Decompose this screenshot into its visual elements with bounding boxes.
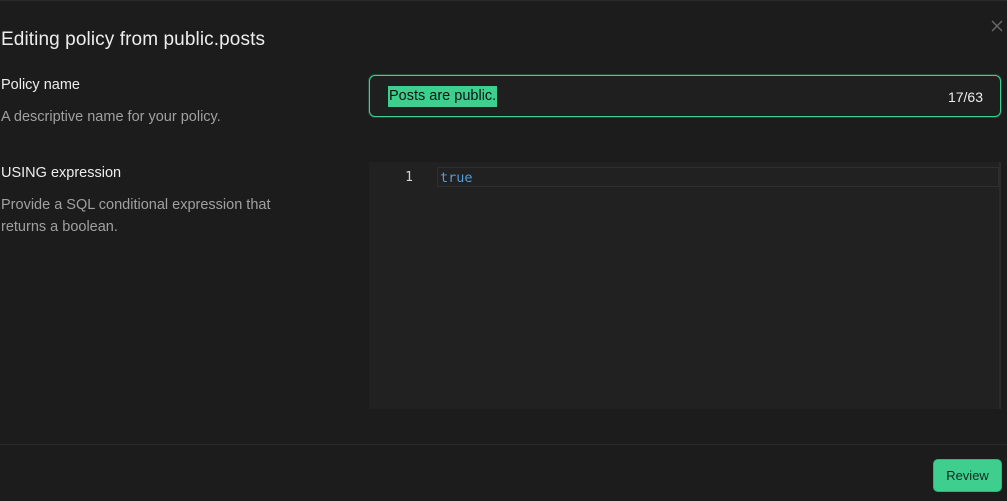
policy-name-value[interactable]: Posts are public. <box>388 86 498 107</box>
close-icon[interactable] <box>989 18 1005 34</box>
edit-policy-dialog: Editing policy from public.posts Policy … <box>0 0 1007 501</box>
using-expression-description: Provide a SQL conditional expression tha… <box>1 197 271 235</box>
editor-scrollbar[interactable] <box>999 162 1001 409</box>
top-divider <box>0 0 1007 1</box>
line-number: 1 <box>405 170 413 185</box>
dialog-title: Editing policy from public.posts <box>1 29 266 50</box>
footer-divider <box>0 444 1007 445</box>
code-line[interactable]: true <box>440 170 473 186</box>
current-line-highlight <box>437 167 999 187</box>
policy-name-input[interactable]: Posts are public. 17/63 <box>369 75 1001 117</box>
using-expression-label: USING expression <box>1 165 122 181</box>
policy-name-description: A descriptive name for your policy. <box>1 109 221 125</box>
policy-name-label: Policy name <box>1 77 80 93</box>
review-button[interactable]: Review <box>933 459 1002 492</box>
character-counter: 17/63 <box>947 89 983 105</box>
sql-code-editor[interactable]: 1 true <box>369 162 1001 409</box>
